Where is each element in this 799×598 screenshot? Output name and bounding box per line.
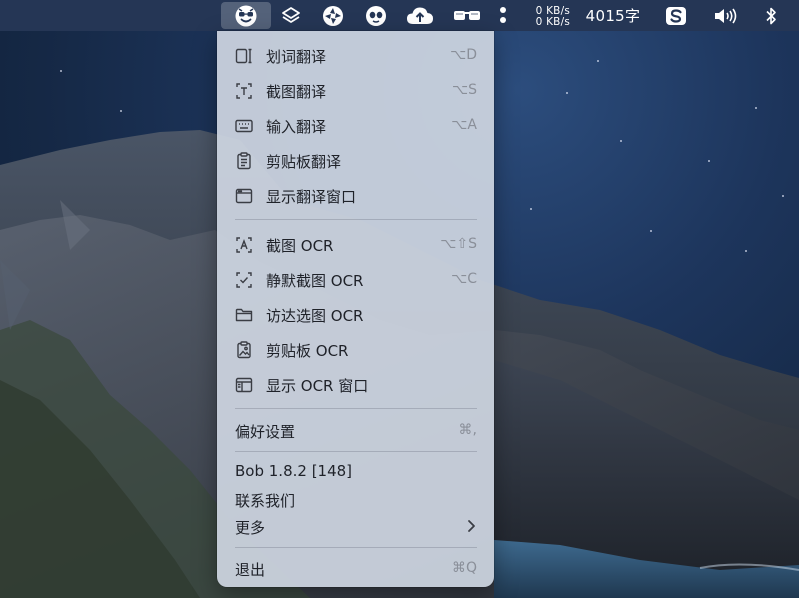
menu-item-label: 划词翻译 <box>266 48 327 66</box>
alien-icon[interactable] <box>361 0 391 31</box>
menu-item-screenshot-ocr[interactable]: 截图 OCR ⌥⇧S <box>217 231 494 259</box>
menu-item-preferences[interactable]: 偏好设置 ⌘, <box>217 417 494 445</box>
menu-item-input-translate[interactable]: 输入翻译 ⌥A <box>217 112 494 140</box>
menu-item-screenshot-translate[interactable]: 截图翻译 ⌥S <box>217 77 494 105</box>
silent-screenshot-icon <box>235 271 253 289</box>
shutter-icon[interactable] <box>318 0 348 31</box>
shortcut-label: ⌥A <box>451 117 477 133</box>
bluetooth-icon[interactable] <box>760 0 782 31</box>
screenshot-text-icon <box>235 82 253 100</box>
menu-item-label: 静默截图 OCR <box>266 272 364 290</box>
clipboard-icon <box>235 152 253 170</box>
menu-item-label: 显示翻译窗口 <box>266 188 357 206</box>
menu-item-label: 联系我们 <box>235 492 296 510</box>
menu-item-label: 退出 <box>235 561 266 579</box>
menu-item-label: 剪贴板 OCR <box>266 342 349 360</box>
menu-item-more[interactable]: 更多 <box>217 513 494 541</box>
net-down-speed: 0 KB/s <box>535 15 570 28</box>
menu-item-select-translate[interactable]: 划词翻译 ⌥D <box>217 42 494 70</box>
menu-item-label: 偏好设置 <box>235 423 296 441</box>
shortcut-label: ⌘Q <box>451 560 477 576</box>
menu-item-label: 输入翻译 <box>266 118 327 136</box>
menu-item-finder-ocr[interactable]: 访达选图 OCR <box>217 301 494 329</box>
screenshot-ocr-icon <box>235 236 253 254</box>
net-up-speed: 0 KB/s <box>535 5 570 17</box>
menu-item-label: 显示 OCR 窗口 <box>266 377 369 395</box>
volume-icon[interactable] <box>710 0 742 31</box>
sogou-s-icon[interactable] <box>660 0 692 31</box>
network-speed[interactable]: 0 KB/s 0 KB/s <box>522 0 570 32</box>
more-dots-icon[interactable] <box>494 0 512 31</box>
ocr-window-icon <box>235 376 253 394</box>
menu-item-clipboard-translate[interactable]: 剪贴板翻译 <box>217 147 494 175</box>
menu-separator <box>235 408 477 409</box>
folder-icon <box>235 306 253 324</box>
menu-item-label: 访达选图 OCR <box>266 307 364 325</box>
shortcut-label: ⌘, <box>458 422 477 438</box>
menu-item-silent-screenshot-ocr[interactable]: 静默截图 OCR ⌥C <box>217 266 494 294</box>
menu-item-show-translate-window[interactable]: 显示翻译窗口 <box>217 182 494 210</box>
cloud-upload-icon[interactable] <box>403 0 437 31</box>
bob-dropdown-menu: 划词翻译 ⌥D 截图翻译 ⌥S 输入翻译 ⌥A 剪贴板翻译 显示翻译窗口 截图 … <box>217 31 494 587</box>
menu-item-label: 截图翻译 <box>266 83 327 101</box>
chevron-right-icon <box>466 518 476 538</box>
menu-item-version[interactable]: Bob 1.8.2 [148] <box>217 458 494 486</box>
glasses-icon[interactable] <box>450 0 484 31</box>
bob-app-icon[interactable] <box>221 2 271 29</box>
shortcut-label: ⌥C <box>451 271 477 287</box>
layers-icon[interactable] <box>276 0 306 31</box>
version-label: Bob 1.8.2 [148] <box>235 462 353 480</box>
menu-item-contact[interactable]: 联系我们 <box>217 486 494 514</box>
menu-separator <box>235 547 477 548</box>
menu-separator <box>235 219 477 220</box>
menu-item-show-ocr-window[interactable]: 显示 OCR 窗口 <box>217 371 494 399</box>
menu-item-clipboard-ocr[interactable]: 剪贴板 OCR <box>217 336 494 364</box>
word-count[interactable]: 4015字 <box>582 0 644 31</box>
keyboard-icon <box>235 117 253 135</box>
menu-item-quit[interactable]: 退出 ⌘Q <box>217 555 494 583</box>
menu-separator <box>235 451 477 452</box>
select-text-icon <box>235 47 253 65</box>
menu-bar: 0 KB/s 0 KB/s 4015字 <box>0 0 799 31</box>
shortcut-label: ⌥D <box>450 47 477 63</box>
menu-item-label: 剪贴板翻译 <box>266 153 342 171</box>
menu-item-label: 更多 <box>235 519 266 537</box>
menu-item-label: 截图 OCR <box>266 237 334 255</box>
window-icon <box>235 187 253 205</box>
shortcut-label: ⌥S <box>451 82 477 98</box>
clipboard-image-icon <box>235 341 253 359</box>
shortcut-label: ⌥⇧S <box>440 236 477 252</box>
